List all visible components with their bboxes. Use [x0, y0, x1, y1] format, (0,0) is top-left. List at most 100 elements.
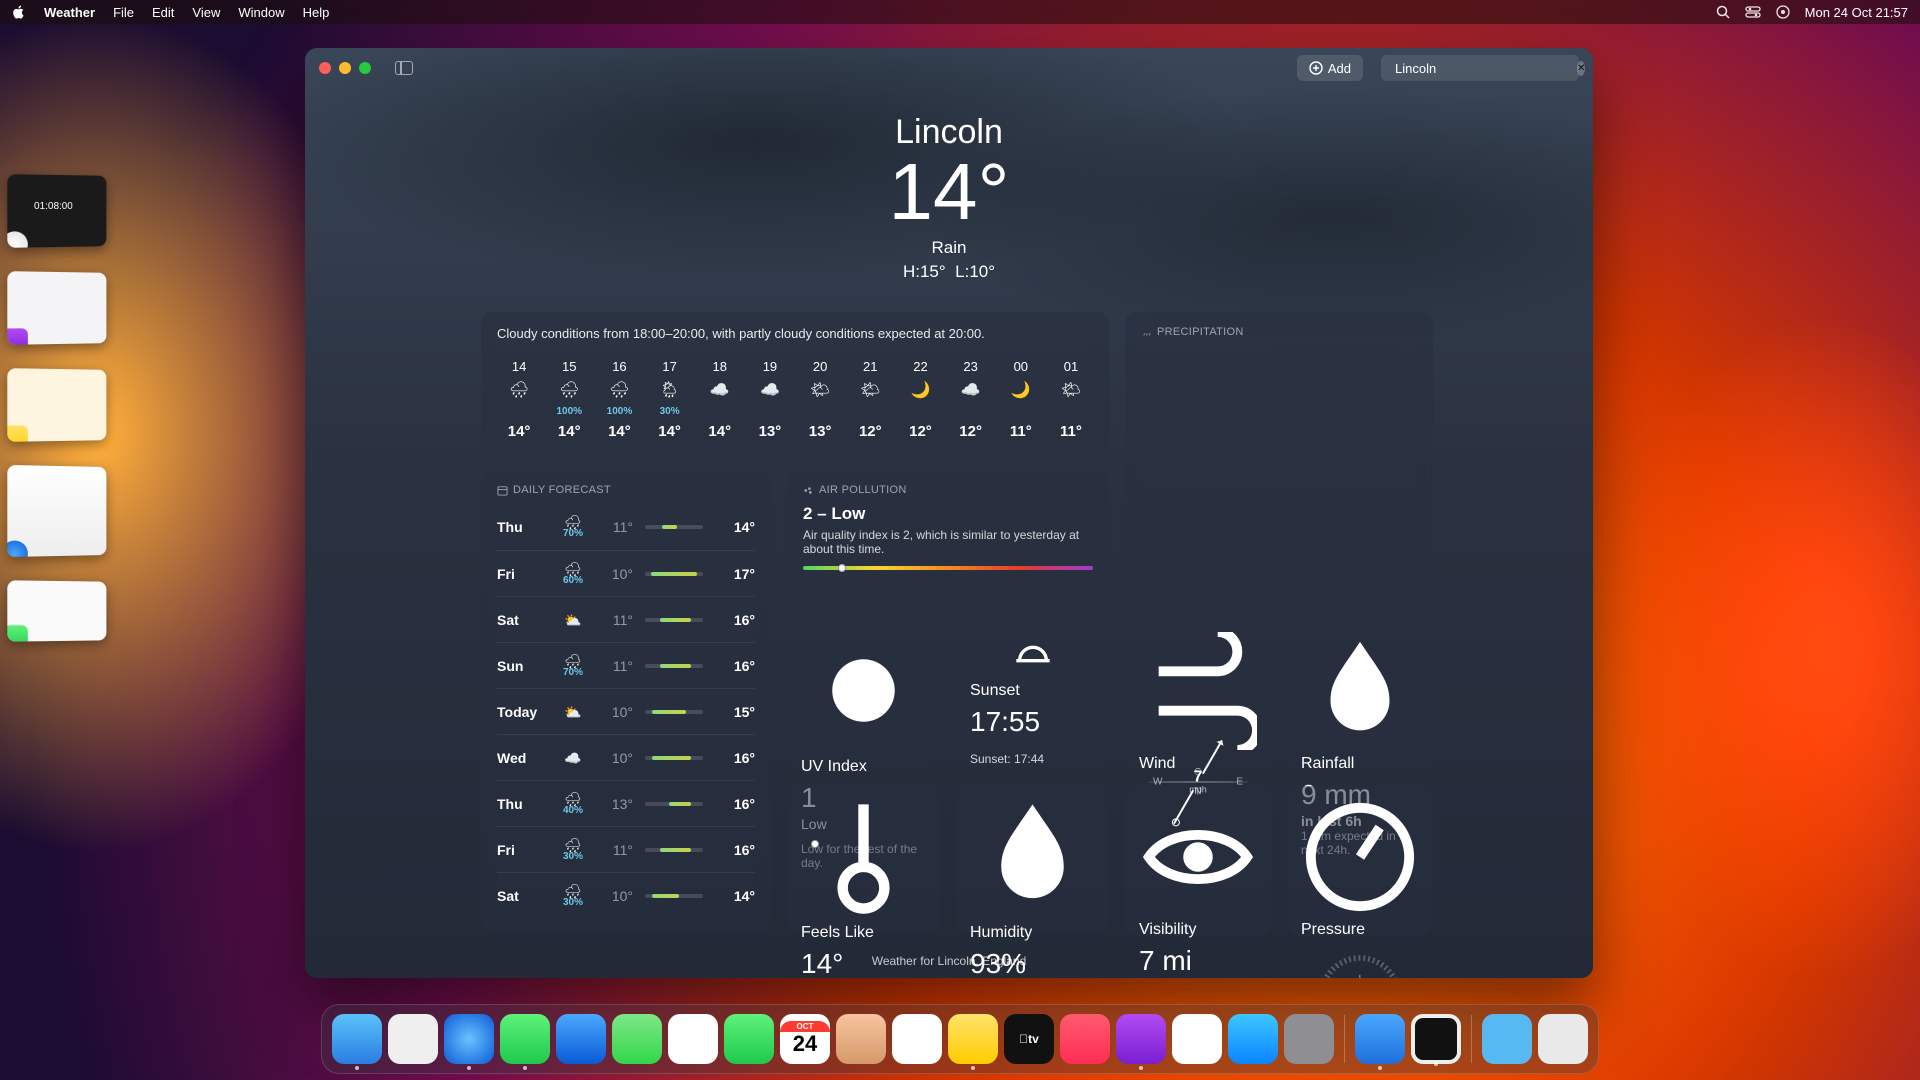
- hourly-column[interactable]: 20🌤 13°: [798, 359, 842, 440]
- weather-icon: ⛅: [553, 705, 593, 719]
- stage-thumb-messages[interactable]: [7, 580, 106, 641]
- menu-window[interactable]: Window: [238, 5, 284, 20]
- clock-app-icon: [7, 231, 28, 248]
- dock-photos[interactable]: [668, 1014, 718, 1064]
- hourly-summary: Cloudy conditions from 18:00–20:00, with…: [497, 326, 1093, 341]
- humidity-tile[interactable]: Humidity 93% The dew point is 13° right …: [956, 782, 1109, 932]
- pressure-tile[interactable]: Pressure ↓1,004hPa LowHigh: [1287, 786, 1433, 936]
- menu-edit[interactable]: Edit: [152, 5, 174, 20]
- dock-maps[interactable]: [612, 1014, 662, 1064]
- dock-separator: [1471, 1015, 1472, 1063]
- dock-podcasts[interactable]: [1116, 1014, 1166, 1064]
- dock-news[interactable]: [1172, 1014, 1222, 1064]
- daily-row[interactable]: Fri 🌧60% 10° 17°: [497, 550, 755, 596]
- stage-thumb-clock[interactable]: 01:08:00: [7, 174, 106, 248]
- daily-row[interactable]: Sun 🌧70% 11° 16°: [497, 642, 755, 688]
- hourly-column[interactable]: 22🌙 12°: [898, 359, 942, 440]
- dock-launchpad[interactable]: [388, 1014, 438, 1064]
- weather-icon: ☁️: [710, 380, 730, 400]
- search-input[interactable]: [1395, 61, 1571, 76]
- dock-finder[interactable]: [332, 1014, 382, 1064]
- footer-text[interactable]: Weather for Lincoln, England: [305, 954, 1593, 968]
- dock-appstore[interactable]: [1228, 1014, 1278, 1064]
- hourly-column[interactable]: 16🌧100%14°: [597, 359, 641, 440]
- daily-row[interactable]: Thu 🌧70% 11° 14°: [497, 504, 755, 550]
- air-pollution-title: Air Pollution: [803, 484, 1093, 496]
- sunset-tile[interactable]: Sunset 17:55 Sunset: 17:44: [956, 616, 1109, 766]
- close-button[interactable]: [319, 62, 331, 74]
- dock-downloads[interactable]: [1482, 1014, 1532, 1064]
- plus-circle-icon: [1309, 61, 1323, 75]
- precipitation-card[interactable]: Precipitation: [1125, 312, 1433, 604]
- search-field[interactable]: ✕: [1381, 55, 1579, 81]
- stage-thumb-notes[interactable]: [7, 368, 106, 442]
- current-conditions: Lincoln 14° Rain H:15° L:10°: [305, 113, 1593, 282]
- dock-notes[interactable]: [948, 1014, 998, 1064]
- minimize-button[interactable]: [339, 62, 351, 74]
- dock-reminders[interactable]: [892, 1014, 942, 1064]
- hourly-column[interactable]: 19☁️ 13°: [748, 359, 792, 440]
- menubar-clock[interactable]: Mon 24 Oct 21:57: [1805, 5, 1908, 20]
- dock-weather[interactable]: [1355, 1014, 1405, 1064]
- menu-help[interactable]: Help: [303, 5, 330, 20]
- fullscreen-button[interactable]: [359, 62, 371, 74]
- daily-row[interactable]: Thu 🌧40% 13° 16°: [497, 780, 755, 826]
- hourly-column[interactable]: 01🌤 11°: [1049, 359, 1093, 440]
- daily-row[interactable]: Today ⛅ 10° 15°: [497, 688, 755, 734]
- menu-view[interactable]: View: [192, 5, 220, 20]
- temp-range-bar: [645, 802, 703, 806]
- dock-music[interactable]: [1060, 1014, 1110, 1064]
- sidebar-toggle-icon[interactable]: [395, 61, 413, 75]
- apple-logo-icon[interactable]: [12, 5, 26, 19]
- visibility-foot: It's clear right now.: [1139, 977, 1257, 978]
- spotlight-icon[interactable]: [1715, 4, 1731, 20]
- dock-trash[interactable]: [1538, 1014, 1588, 1064]
- dock-calendar[interactable]: OCT24: [780, 1014, 830, 1064]
- hourly-column[interactable]: 00🌙 11°: [999, 359, 1043, 440]
- weather-icon: ⛅: [553, 613, 593, 627]
- weather-icon: 🌧60%: [553, 562, 593, 586]
- hourly-column[interactable]: 23☁️ 12°: [949, 359, 993, 440]
- visibility-tile[interactable]: Visibility 7 mi It's clear right now.: [1125, 786, 1271, 936]
- hourly-column[interactable]: 21🌤 12°: [848, 359, 892, 440]
- add-location-button[interactable]: Add: [1297, 55, 1363, 81]
- dock-clock[interactable]: [1411, 1014, 1461, 1064]
- weather-icon: 🌧: [609, 380, 629, 400]
- dock-mail[interactable]: [556, 1014, 606, 1064]
- temp-range-bar: [645, 664, 703, 668]
- air-pollution-card[interactable]: Air Pollution 2 – Low Air quality index …: [787, 470, 1109, 600]
- rainfall-tile[interactable]: Rainfall 9 mm in last 6h 1 mm expected i…: [1287, 620, 1433, 770]
- control-center-icon[interactable]: [1745, 4, 1761, 20]
- daily-row[interactable]: Sat 🌧30% 10° 14°: [497, 872, 755, 918]
- menubar-app-name[interactable]: Weather: [44, 5, 95, 20]
- messages-app-icon: [7, 625, 28, 642]
- add-button-label: Add: [1328, 61, 1351, 76]
- dock-messages[interactable]: [500, 1014, 550, 1064]
- stage-thumb-podcasts[interactable]: [7, 271, 106, 345]
- sunset-foot: Sunset: 17:44: [970, 752, 1095, 766]
- weather-window: Add ✕ Lincoln 14° Rain H:15° L:10° Cloud…: [305, 48, 1593, 978]
- daily-forecast-card[interactable]: Daily Forecast Thu 🌧70% 11° 14°Fri 🌧60% …: [481, 470, 771, 932]
- temp-range-bar: [645, 756, 703, 760]
- siri-icon[interactable]: [1775, 4, 1791, 20]
- hourly-column[interactable]: 14🌧 14°: [497, 359, 541, 440]
- clear-search-icon[interactable]: ✕: [1577, 61, 1585, 76]
- feels-like-tile[interactable]: Feels Like 14° Similar to the actual tem…: [787, 782, 940, 932]
- menu-file[interactable]: File: [113, 5, 134, 20]
- hourly-forecast-card[interactable]: Cloudy conditions from 18:00–20:00, with…: [481, 312, 1109, 454]
- daily-row[interactable]: Fri 🌧30% 11° 16°: [497, 826, 755, 872]
- stage-thumb-safari[interactable]: [7, 465, 106, 557]
- wind-tile[interactable]: Wind NSWE 7mph: [1125, 620, 1271, 770]
- daily-row[interactable]: Wed ☁️ 10° 16°: [497, 734, 755, 780]
- daily-row[interactable]: Sat ⛅ 11° 16°: [497, 596, 755, 642]
- wind-speed: 7: [1194, 769, 1203, 786]
- dock-safari[interactable]: [444, 1014, 494, 1064]
- dock-settings[interactable]: [1284, 1014, 1334, 1064]
- dock-facetime[interactable]: [724, 1014, 774, 1064]
- hourly-column[interactable]: 15🌧100%14°: [547, 359, 591, 440]
- dock-contacts[interactable]: [836, 1014, 886, 1064]
- uv-index-tile[interactable]: UV Index 1 Low Low for the rest of the d…: [787, 616, 940, 766]
- dock-tv[interactable]: tv: [1004, 1014, 1054, 1064]
- hourly-column[interactable]: 17🌦30%14°: [648, 359, 692, 440]
- hourly-column[interactable]: 18☁️ 14°: [698, 359, 742, 440]
